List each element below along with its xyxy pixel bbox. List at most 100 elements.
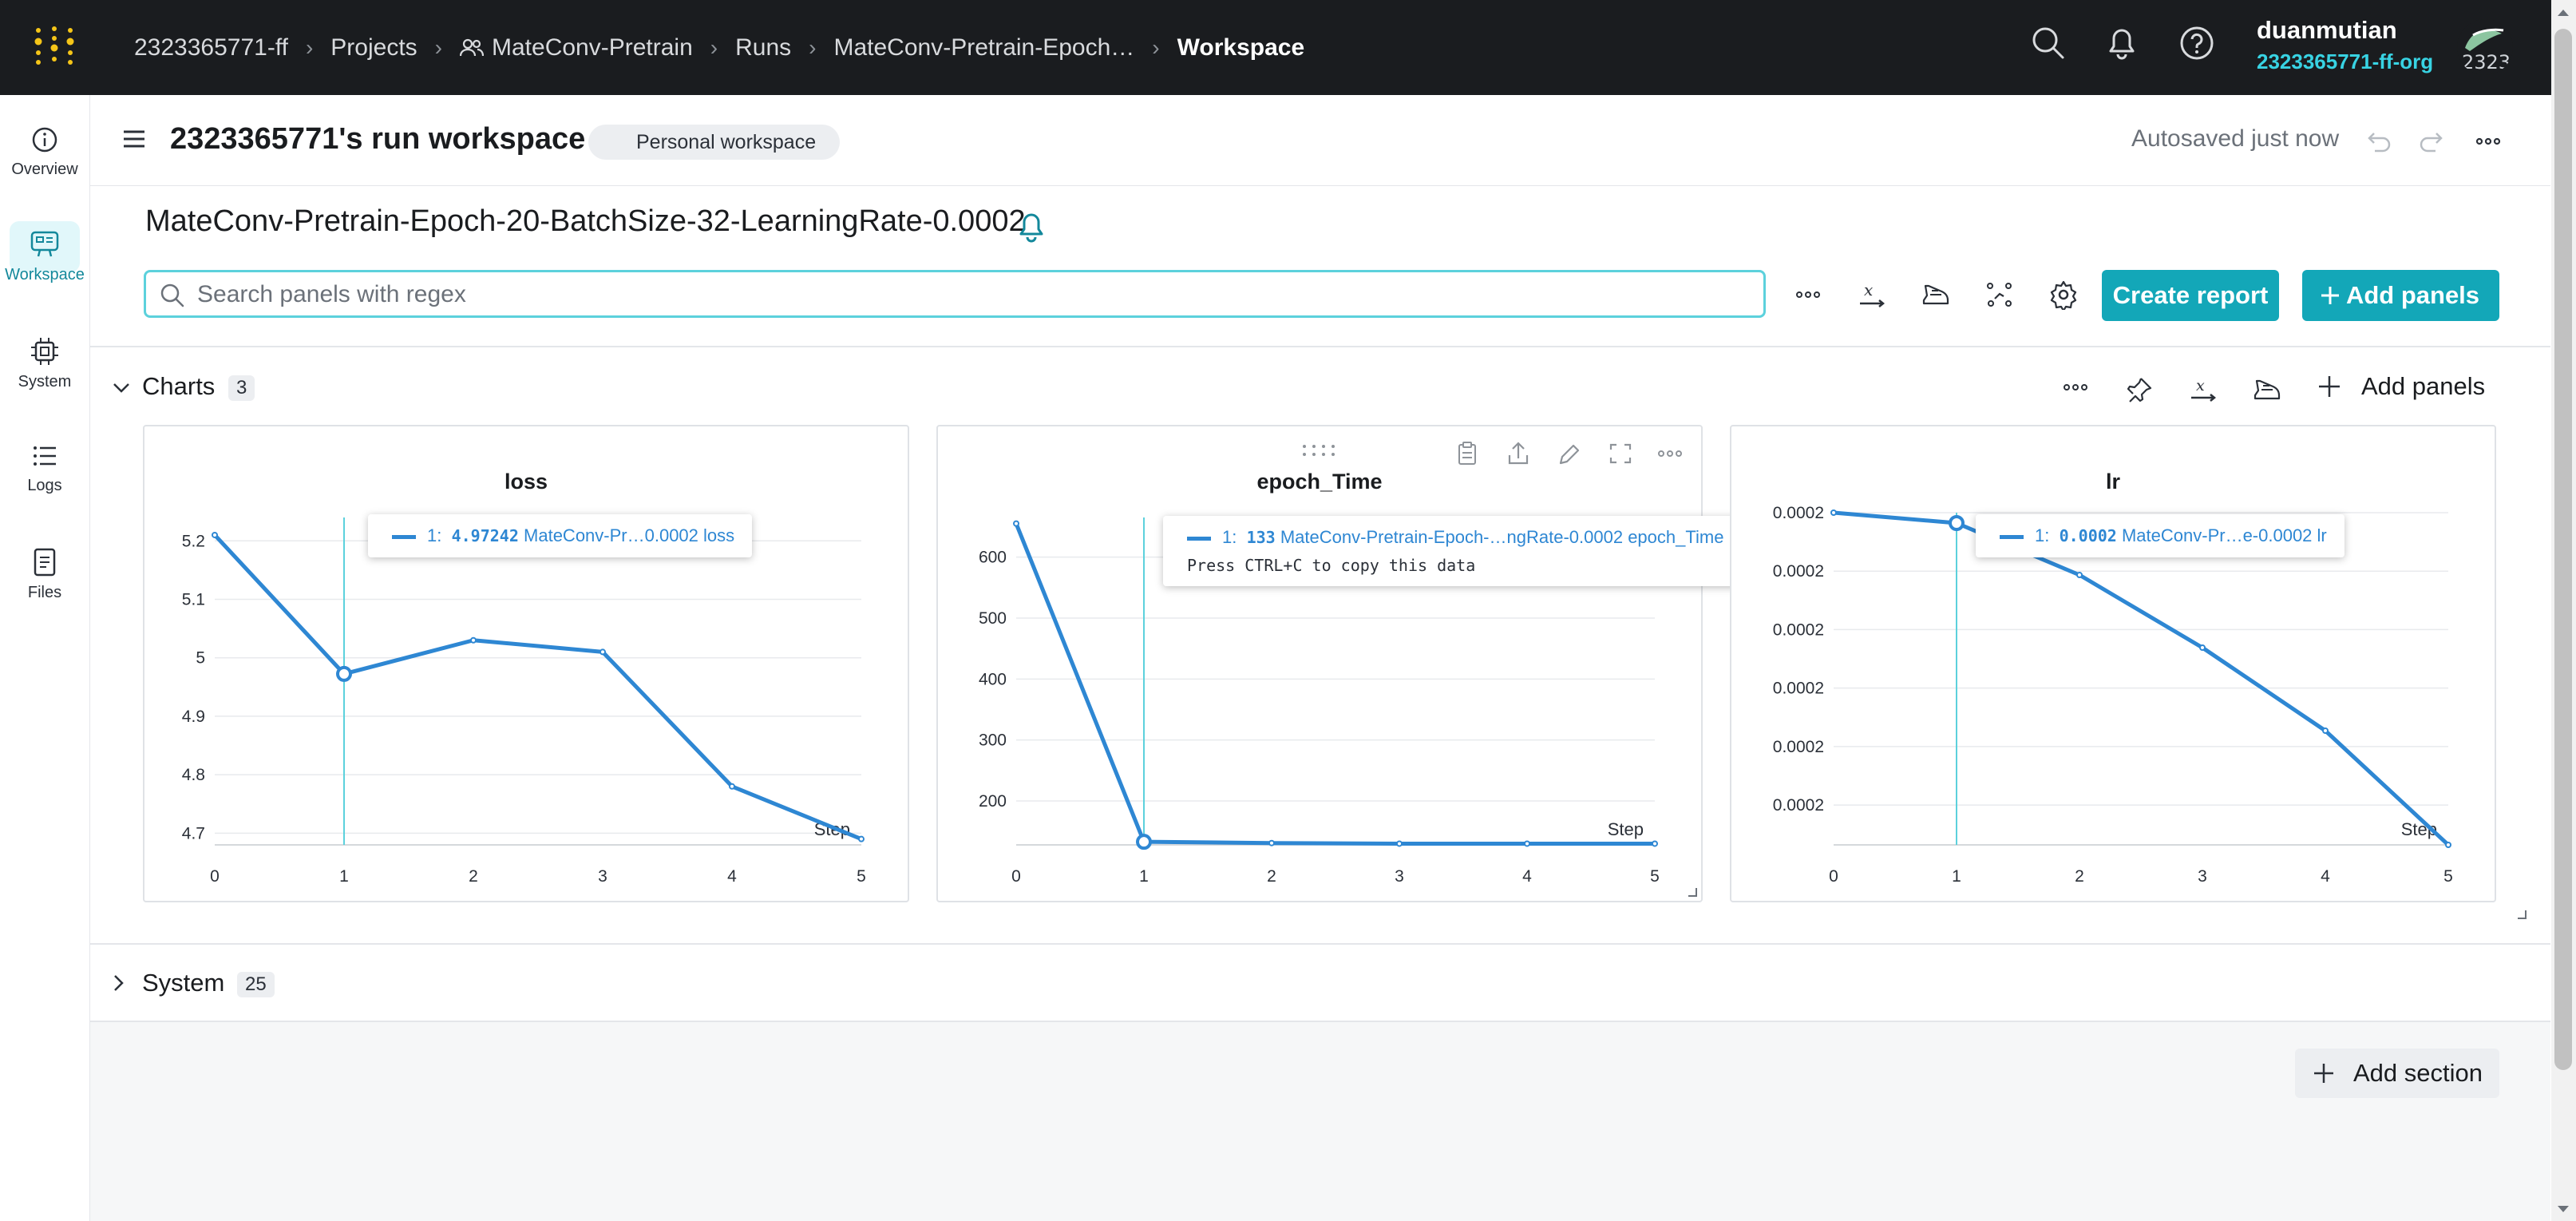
edit-pencil-icon[interactable] — [1557, 441, 1581, 466]
chart-panel-lr[interactable]: lr 0.0002 0.0002 0.0002 0.0002 0.0002 0.0002 0… — [1730, 425, 2496, 902]
section-title-system[interactable]: System — [142, 969, 224, 997]
lock-icon — [611, 140, 626, 151]
nav-overview-label: Overview — [11, 161, 78, 178]
section-count-charts: 3 — [228, 375, 255, 401]
redo-icon[interactable] — [2418, 129, 2447, 154]
x-tick-label: 4 — [1522, 867, 1532, 886]
y-tick-label: 0.0002 — [1773, 680, 1824, 698]
breadcrumb-run[interactable]: MateConv-Pretrain-Epoch… — [833, 34, 1134, 61]
chart-plot-lr[interactable]: 0.0002 0.0002 0.0002 0.0002 0.0002 0.0002 0 1 2 3… — [1731, 426, 2495, 901]
settings-gear-icon[interactable] — [2048, 279, 2079, 310]
y-tick-label: 5 — [196, 649, 205, 668]
outliers-icon[interactable] — [1984, 279, 2015, 310]
x-axis-label: Step — [1608, 819, 1644, 839]
fullscreen-icon[interactable] — [1609, 441, 1632, 466]
breadcrumb-projects[interactable]: Projects — [330, 34, 417, 61]
resize-handle-icon[interactable] — [1687, 886, 1698, 898]
pin-icon[interactable] — [2125, 375, 2154, 404]
tooltip-metric: lr — [2317, 525, 2327, 545]
x-axis-icon[interactable]: x — [1857, 279, 1887, 310]
more-options-icon[interactable] — [2061, 375, 2090, 399]
data-point — [729, 783, 735, 790]
run-alert-bell-icon[interactable] — [1015, 209, 1047, 244]
drag-handle-icon[interactable] — [1301, 442, 1339, 458]
help-icon[interactable] — [2178, 24, 2216, 62]
plus-icon — [2314, 1064, 2333, 1083]
autosave-status: Autosaved just now — [2131, 125, 2340, 152]
tooltip-copy-hint: Press CTRL+C to copy this data — [1187, 556, 1476, 575]
menu-icon[interactable] — [122, 129, 146, 149]
y-tick-label: 0.0002 — [1773, 738, 1824, 756]
add-section-button[interactable]: Add section — [2295, 1049, 2499, 1098]
more-options-icon[interactable] — [1656, 441, 1684, 466]
data-point — [1830, 509, 1837, 516]
nav-logs[interactable]: Logs — [0, 442, 89, 529]
nav-logs-label: Logs — [27, 477, 62, 494]
tooltip-step: 1 — [1222, 527, 1233, 547]
section-add-panels-button[interactable]: Add panels — [2361, 372, 2485, 401]
nav-files[interactable]: Files — [0, 547, 89, 635]
workspace-type-badge[interactable]: Personal workspace — [588, 125, 841, 160]
chip-icon — [31, 338, 58, 365]
breadcrumb-entity[interactable]: 2323365771-ff — [134, 34, 288, 61]
y-tick-label: 0.0002 — [1773, 796, 1824, 815]
scrollbar-thumb[interactable] — [2554, 29, 2572, 1070]
search-input[interactable] — [196, 276, 1747, 314]
chart-panel-epoch-time[interactable]: epoch_Time 600 500 400 300 200 0 1 2 3 4 5 Step 1: … — [936, 425, 1742, 902]
x-tick-label: 3 — [2198, 867, 2207, 886]
nav-files-label: Files — [27, 584, 62, 601]
user-name[interactable]: duanmutian — [2257, 16, 2397, 45]
breadcrumb-runs[interactable]: Runs — [735, 34, 791, 61]
avatar[interactable]: 2323 — [2457, 19, 2513, 75]
section-title-charts[interactable]: Charts — [142, 372, 215, 401]
smoothing-icon[interactable] — [2253, 375, 2281, 404]
search-icon[interactable] — [2029, 24, 2068, 62]
y-tick-label: 0.0002 — [1773, 504, 1824, 522]
create-report-button[interactable]: Create report — [2102, 270, 2279, 321]
x-tick-label: 5 — [1650, 867, 1660, 886]
y-tick-label: 600 — [979, 549, 1007, 567]
x-axis-icon[interactable]: x — [2189, 375, 2218, 404]
data-point — [1268, 839, 1275, 846]
plus-icon — [2321, 287, 2339, 304]
breadcrumb-project[interactable]: MateConv-Pretrain — [492, 34, 693, 61]
undo-icon[interactable] — [2364, 129, 2392, 154]
series-line — [213, 533, 862, 841]
x-tick-label: 3 — [598, 867, 607, 886]
scroll-up-icon[interactable] — [2556, 6, 2570, 18]
share-icon[interactable] — [1506, 441, 1530, 466]
tooltip-metric: epoch_Time — [1628, 527, 1724, 547]
run-name[interactable]: MateConv-Pretrain-Epoch-20-BatchSize-32-… — [145, 204, 1026, 239]
workspace-footer-area — [90, 1022, 2550, 1221]
user-org[interactable]: 2323365771-ff-org — [2257, 50, 2433, 74]
resize-handle-icon[interactable] — [2516, 909, 2527, 920]
nav-overview[interactable]: Overview — [0, 125, 89, 213]
bell-icon[interactable] — [2104, 24, 2139, 62]
clipboard-icon[interactable] — [1455, 441, 1479, 466]
y-tick-label: 0.0002 — [1773, 620, 1824, 639]
chevron-right-icon: › — [809, 34, 817, 60]
info-icon — [32, 127, 57, 153]
y-tick-label: 5.1 — [182, 591, 205, 609]
chart-plot-epoch-time[interactable]: 600 500 400 300 200 0 1 2 3 4 5 Step — [938, 426, 1701, 901]
smoothing-icon[interactable] — [1921, 279, 1951, 310]
nav-workspace[interactable]: Workspace — [0, 229, 89, 317]
scroll-down-icon[interactable] — [2556, 1204, 2570, 1215]
panel-search-box — [144, 270, 1766, 318]
x-tick-label: 1 — [1139, 867, 1149, 886]
chart-plot-loss[interactable]: 5.25.154.94.84.70 1 2 3 4 5Step — [144, 426, 908, 901]
chart-panel-loss[interactable]: loss 5.2 5.1 5 4.9 4.8 4.7 0 1 2 3 4 5 Step 1: 4.972… — [143, 425, 909, 902]
chevron-down-icon[interactable] — [112, 382, 131, 394]
add-panels-button[interactable]: Add panels — [2302, 270, 2499, 321]
more-options-icon[interactable] — [2474, 129, 2503, 154]
wandb-logo-icon[interactable] — [32, 24, 77, 69]
x-tick-label: 0 — [1829, 867, 1838, 886]
add-panels-label: Add panels — [2345, 281, 2480, 309]
data-point — [1136, 834, 1152, 850]
y-tick-label: 4.7 — [182, 824, 205, 842]
chevron-right-icon[interactable] — [113, 973, 125, 993]
nav-system[interactable]: System — [0, 336, 89, 424]
more-options-icon[interactable] — [1793, 279, 1823, 310]
x-tick-label: 4 — [2321, 867, 2330, 886]
svg-text:x: x — [2196, 377, 2205, 394]
